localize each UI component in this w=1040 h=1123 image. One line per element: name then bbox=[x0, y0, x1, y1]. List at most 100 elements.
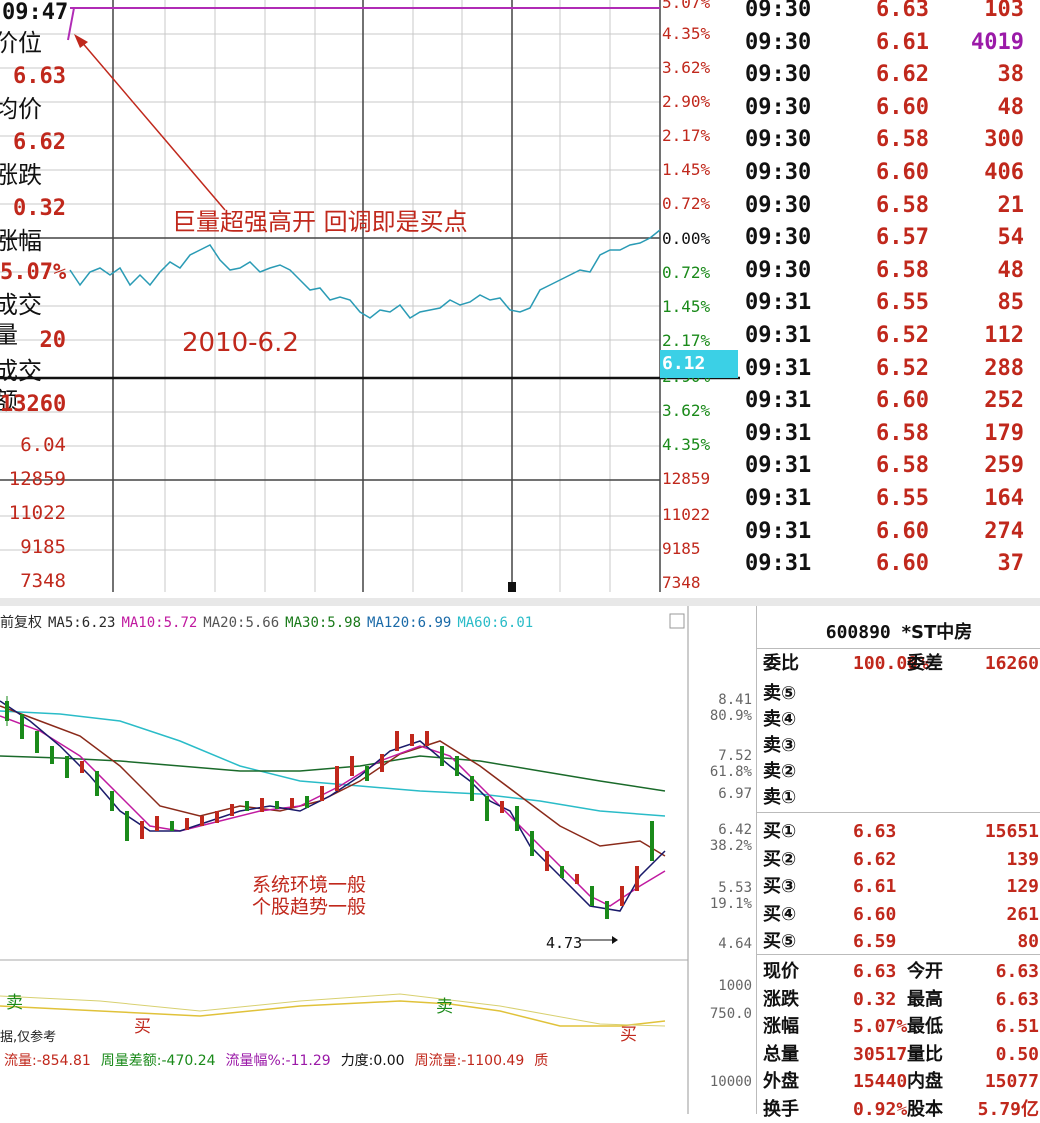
quote-key-2: 最低 bbox=[907, 1016, 943, 1037]
tick-price: 6.62 bbox=[876, 62, 929, 88]
tick-price: 6.60 bbox=[876, 518, 929, 544]
tick-volume: 103 bbox=[984, 0, 1024, 22]
ma-legend-item: MA20:5.66 bbox=[203, 615, 280, 631]
quote-key-2: 内盘 bbox=[907, 1071, 943, 1092]
annotation-line-1: 系统环境一般 bbox=[252, 874, 367, 896]
buy-marker: 买 bbox=[620, 1025, 637, 1045]
tick-time: 09:31 bbox=[745, 486, 812, 511]
quote-value: 0.32 bbox=[853, 988, 897, 1010]
tick-row[interactable]: 09:31 6.58 179 bbox=[742, 418, 1040, 451]
tick-row[interactable]: 09:30 6.60 48 bbox=[742, 92, 1040, 125]
tick-volume: 85 bbox=[997, 290, 1025, 316]
axis-label: 0.72% bbox=[662, 194, 711, 213]
value-pct: 5.07% bbox=[0, 260, 67, 285]
quote-value: 6.63 bbox=[853, 821, 897, 842]
tick-row[interactable]: 09:31 6.60 252 bbox=[742, 385, 1040, 418]
axis-label: 2.17% bbox=[662, 331, 711, 350]
tick-row[interactable]: 09:31 6.52 112 bbox=[742, 320, 1040, 353]
buy-level-row: 买④ 6.60 261 bbox=[757, 901, 1040, 928]
annotation-line-2: 个股趋势一般 bbox=[252, 896, 367, 918]
tick-row[interactable]: 09:30 6.58 48 bbox=[742, 255, 1040, 288]
axis-label: 3.62% bbox=[662, 58, 711, 77]
quote-key-2: 股本 bbox=[907, 1098, 943, 1120]
quote-key-2: 委差 bbox=[907, 653, 943, 674]
quote-value-2: 6.63 bbox=[995, 988, 1039, 1010]
quote-value-2: 139 bbox=[1006, 848, 1039, 870]
sell-level-row: 卖② bbox=[757, 758, 1040, 785]
minute-chart-panel: 09:47 价位 6.63 均价 6.62 涨跌 0.32 涨幅 5.07% 成… bbox=[0, 0, 740, 592]
left-axis-vol: 12859 bbox=[8, 468, 66, 490]
quote-value: 30517 bbox=[853, 1043, 908, 1065]
quote-key: 卖① bbox=[763, 787, 797, 808]
value-avg: 6.62 bbox=[13, 130, 66, 155]
axis-label: 9185 bbox=[662, 539, 701, 558]
tick-row[interactable]: 09:31 6.55 164 bbox=[742, 483, 1040, 516]
tick-row[interactable]: 09:30 6.58 21 bbox=[742, 190, 1040, 223]
tick-time: 09:30 bbox=[745, 257, 812, 283]
tick-volume: 252 bbox=[984, 388, 1024, 414]
price-axis-label: 8.41 bbox=[718, 692, 752, 708]
tick-price: 6.58 bbox=[876, 420, 929, 446]
quote-value: 0.92% bbox=[853, 1098, 908, 1120]
quote-stat-row: 涨跌 0.32 最高 6.63 bbox=[757, 986, 1040, 1013]
stock-code: 600890 bbox=[825, 622, 891, 643]
tick-price: 6.52 bbox=[876, 355, 929, 381]
tick-row[interactable]: 09:30 6.63 103 bbox=[742, 0, 1040, 27]
quote-value-2: 261 bbox=[1006, 903, 1039, 925]
quote-value: 15440 bbox=[853, 1071, 908, 1092]
left-axis-vol: 7348 bbox=[20, 570, 66, 592]
kline-chart bbox=[0, 606, 689, 1114]
tick-time: 09:31 bbox=[745, 290, 812, 316]
quote-value-2: 5.79亿 bbox=[977, 1098, 1039, 1120]
buy-level-row: 买⑤ 6.59 80 bbox=[757, 928, 1040, 955]
tick-price: 6.58 bbox=[876, 192, 929, 218]
sell-level-row: 卖① bbox=[757, 784, 1040, 811]
tick-time: 09:31 bbox=[745, 323, 812, 348]
tick-price: 6.60 bbox=[876, 388, 929, 414]
ma-legend-item: MA5:6.23 bbox=[48, 615, 116, 631]
tick-row[interactable]: 09:30 6.61 4019 bbox=[742, 27, 1040, 60]
tick-row[interactable]: 09:30 6.57 54 bbox=[742, 222, 1040, 255]
tick-price: 6.58 bbox=[876, 257, 929, 283]
tick-row[interactable]: 09:31 6.60 274 bbox=[742, 516, 1040, 549]
axis-label: 0.72% bbox=[662, 263, 711, 282]
tick-list[interactable]: 09:30 6.63 103 09:30 6.61 4019 09:30 6.62 38 09:3… bbox=[742, 0, 1040, 592]
value-change: 0.32 bbox=[13, 196, 66, 221]
indicator-stat: 流量:-854.81 bbox=[4, 1053, 91, 1069]
tick-row[interactable]: 09:30 6.58 300 bbox=[742, 124, 1040, 157]
tick-row[interactable]: 09:31 6.55 85 bbox=[742, 287, 1040, 320]
quote-key: 卖③ bbox=[763, 735, 797, 756]
indicator-axis-label: 750.0 bbox=[709, 1006, 752, 1022]
indicator-stat: 质 bbox=[534, 1053, 549, 1069]
tick-row[interactable]: 09:31 6.58 259 bbox=[742, 450, 1040, 483]
tick-row[interactable]: 09:30 6.60 406 bbox=[742, 157, 1040, 190]
quote-key-2: 量比 bbox=[907, 1043, 943, 1065]
quote-value: 5.07% bbox=[853, 1016, 908, 1037]
panel-divider bbox=[0, 598, 1040, 606]
quote-key: 卖⑤ bbox=[763, 683, 797, 704]
tick-volume: 274 bbox=[984, 518, 1024, 544]
quote-key: 卖④ bbox=[763, 709, 797, 730]
price-axis-pct: 19.1% bbox=[709, 896, 752, 912]
tick-time: 09:31 bbox=[745, 551, 812, 577]
value-volume: 20 bbox=[39, 328, 67, 353]
label-change: 涨跌 bbox=[0, 161, 42, 189]
tick-volume: 179 bbox=[984, 420, 1024, 446]
quote-key: 买⑤ bbox=[763, 931, 797, 952]
sell-marker: 卖 bbox=[6, 993, 23, 1013]
tick-time: 09:31 bbox=[745, 453, 812, 479]
ma-legend-item: MA10:5.72 bbox=[121, 615, 198, 631]
tick-row[interactable]: 09:30 6.62 38 bbox=[742, 59, 1040, 92]
quote-panel: 600890 *ST中房 委比 100.00% 委差 16260 卖⑤ 卖④ 卖③ 卖② 卖① 买… bbox=[756, 606, 1040, 1120]
tick-price: 6.58 bbox=[876, 127, 929, 153]
weibi-row: 委比 100.00% 委差 16260 bbox=[757, 650, 1040, 677]
quote-key: 外盘 bbox=[763, 1071, 799, 1092]
tick-volume: 300 bbox=[984, 127, 1024, 153]
tick-row[interactable]: 09:31 6.52 288 bbox=[742, 353, 1040, 386]
quote-key: 买④ bbox=[763, 903, 797, 925]
buy-level-row: 买① 6.63 15651 bbox=[757, 818, 1040, 845]
quote-value: 6.59 bbox=[853, 931, 897, 952]
quote-value-2: 129 bbox=[1006, 876, 1039, 897]
tick-row[interactable]: 09:31 6.60 37 bbox=[742, 548, 1040, 581]
tick-time: 09:30 bbox=[745, 94, 812, 120]
